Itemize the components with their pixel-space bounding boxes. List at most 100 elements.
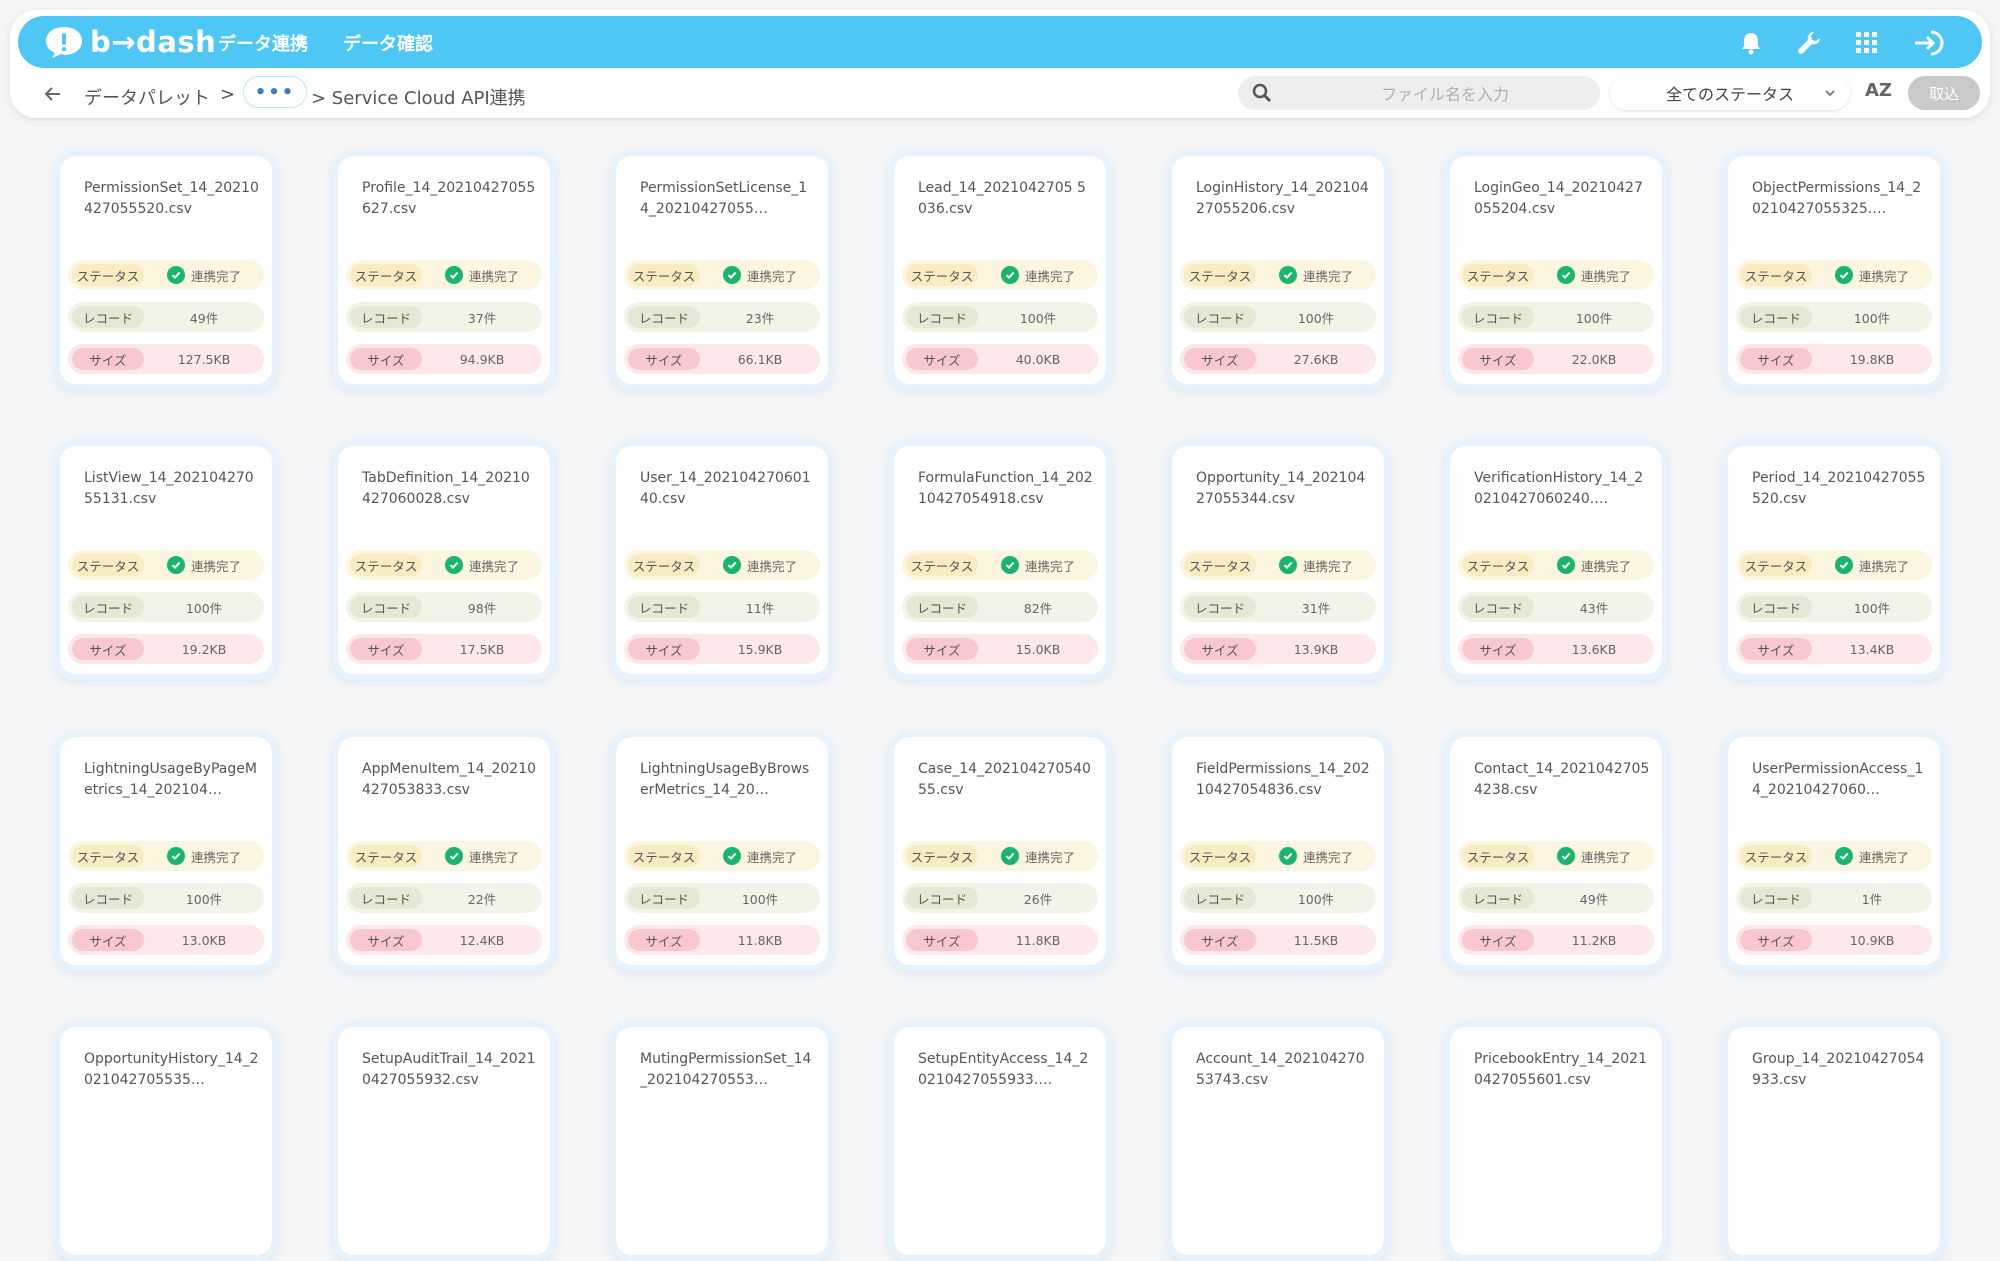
check-circle-icon — [1278, 847, 1297, 865]
file-card[interactable]: Period_14_20210427055520.csv ステータス 連携完了 レコー… — [1722, 440, 1946, 680]
size-row: サイズ 10.9KB — [1736, 925, 1932, 955]
record-row-value-wrap: 43件 — [1540, 592, 1648, 622]
status-row-value-wrap: 連携完了 — [150, 260, 258, 290]
file-card[interactable]: UserPermissionAccess_14_20210427060… ステータ… — [1722, 731, 1946, 971]
status-row-value: 連携完了 — [468, 268, 519, 284]
file-name: FormulaFunction_14_20210427054918.csv — [918, 470, 1093, 507]
size-row-value: 11.8KB — [1015, 932, 1061, 948]
file-card[interactable]: LoginGeo_14_20210427055204.csv ステータス 連携完了レ… — [1444, 150, 1668, 390]
size-row: サイズ 127.5KB — [68, 344, 264, 374]
size-row-label: サイズ — [1462, 929, 1534, 951]
file-card[interactable]: ObjectPermissions_14_20210427055325.… ステー… — [1722, 150, 1946, 390]
file-card[interactable]: Lead_14_2021042705 5036.csv ステータス 連携完了 レコード… — [888, 150, 1112, 390]
status-row: ステータス 連携完了 — [624, 841, 820, 871]
file-card[interactable]: LoginHistory_14_20210427055206.csv ステータス 連… — [1166, 150, 1390, 390]
check-circle-icon — [166, 847, 185, 865]
file-card[interactable]: ListView_14_20210427055131.csv ステータス 連携完了レ… — [54, 440, 278, 680]
status-row-label: ステータス — [1462, 264, 1534, 286]
file-name: LightningUsageByBrowserMetrics_14_20… — [640, 761, 810, 798]
file-card[interactable]: FieldPermissions_14_20210427054836.csv ステ… — [1166, 731, 1390, 971]
file-card[interactable]: LightningUsageByBrowserMetrics_14_20… ステー… — [610, 731, 834, 971]
status-row-value-wrap: 連携完了 — [984, 841, 1092, 871]
file-card[interactable]: PermissionSetLicense_14_20210427055… ステータ… — [610, 150, 834, 390]
size-row-value-wrap: 22.0KB — [1540, 344, 1648, 374]
status-row: ステータス 連携完了 — [902, 260, 1098, 290]
file-name: Contact_14_20210427054238.csv — [1474, 761, 1650, 798]
record-row: レコード 1件 — [1736, 883, 1932, 913]
status-row-value-wrap: 連携完了 — [428, 841, 536, 871]
status-row-label: ステータス — [72, 264, 144, 286]
file-card[interactable]: SetupAuditTrail_14_20210427055932.csv — [332, 1021, 556, 1261]
file-card[interactable]: Profile_14_20210427055627.csv ステータス 連携完了 レコ… — [332, 150, 556, 390]
status-row: ステータス 連携完了 — [68, 841, 264, 871]
record-row-value: 11件 — [745, 600, 775, 616]
size-row: サイズ 40.0KB — [902, 344, 1098, 374]
record-row-value-wrap: 31件 — [1262, 592, 1370, 622]
status-row: ステータス 連携完了 — [1180, 841, 1376, 871]
file-card[interactable]: Opportunity_14_20210427055344.csv ステータス 連携… — [1166, 440, 1390, 680]
file-card[interactable]: TabDefinition_14_20210427060028.csv ステータス… — [332, 440, 556, 680]
record-row: レコード 23件 — [624, 302, 820, 332]
file-card[interactable]: User_14_20210427060140.csv ステータス 連携完了 レコード 1… — [610, 440, 834, 680]
status-row-value-wrap: 連携完了 — [1540, 550, 1648, 580]
size-row: サイズ 27.6KB — [1180, 344, 1376, 374]
status-row-value-wrap: 連携完了 — [150, 841, 258, 871]
file-card[interactable]: PricebookEntry_14_20210427055601.csv — [1444, 1021, 1668, 1261]
file-card[interactable]: LightningUsageByPageMetrics_14_202104… ステ… — [54, 731, 278, 971]
record-row-label: レコード — [1462, 306, 1534, 328]
record-row-value: 49件 — [1579, 891, 1609, 907]
file-card[interactable]: SetupEntityAccess_14_20210427055933.… — [888, 1021, 1112, 1261]
file-card[interactable]: Contact_14_20210427054238.csv ステータス 連携完了 レコ… — [1444, 731, 1668, 971]
file-card[interactable]: Case_14_20210427054055.csv ステータス 連携完了 レコード 2… — [888, 731, 1112, 971]
size-row: サイズ 15.9KB — [624, 634, 820, 664]
status-row-value-wrap: 連携完了 — [150, 550, 258, 580]
size-row: サイズ 22.0KB — [1458, 344, 1654, 374]
size-row: サイズ 19.8KB — [1736, 344, 1932, 374]
record-row-value-wrap: 100件 — [1818, 302, 1926, 332]
size-row-value-wrap: 27.6KB — [1262, 344, 1370, 374]
file-name: SetupAuditTrail_14_20210427055932.csv — [362, 1051, 536, 1088]
file-card[interactable]: MutingPermissionSet_14_202104270553… — [610, 1021, 834, 1261]
record-row-value-wrap: 49件 — [150, 302, 258, 332]
size-row-value-wrap: 11.5KB — [1262, 925, 1370, 955]
record-row-value-wrap: 100件 — [150, 592, 258, 622]
file-card[interactable]: PermissionSet_14_20210427055520.csv ステータス… — [54, 150, 278, 390]
file-card[interactable]: FormulaFunction_14_20210427054918.csv ステー… — [888, 440, 1112, 680]
record-row-value-wrap: 100件 — [150, 883, 258, 913]
size-row-value-wrap: 11.2KB — [1540, 925, 1648, 955]
record-row: レコード 100件 — [1180, 302, 1376, 332]
record-row-value: 100件 — [1853, 600, 1891, 616]
status-row-label: ステータス — [1740, 264, 1812, 286]
check-circle-icon — [1834, 556, 1853, 574]
file-card[interactable]: AppMenuItem_14_20210427053833.csv ステータス 連携… — [332, 731, 556, 971]
file-card[interactable]: Group_14_20210427054933.csv — [1722, 1021, 1946, 1261]
status-row-label: ステータス — [1184, 845, 1256, 867]
size-row-value: 10.9KB — [1849, 932, 1895, 948]
status-row-label: ステータス — [628, 845, 700, 867]
file-card-grid: PermissionSet_14_20210427055520.csv ステータス… — [0, 0, 2000, 1261]
check-circle-icon — [722, 556, 741, 574]
file-name: UserPermissionAccess_14_20210427060… — [1752, 761, 1924, 798]
file-card[interactable]: VerificationHistory_14_20210427060240.… ス… — [1444, 440, 1668, 680]
size-row-label: サイズ — [1184, 638, 1256, 660]
record-row-value: 100件 — [1575, 310, 1613, 326]
status-row-value: 連携完了 — [746, 558, 797, 574]
record-row-value: 100件 — [1853, 310, 1891, 326]
status-row-value-wrap: 連携完了 — [1262, 260, 1370, 290]
file-card[interactable]: OpportunityHistory_14_2021042705535… — [54, 1021, 278, 1261]
status-row-value: 連携完了 — [190, 849, 241, 865]
status-row-value: 連携完了 — [746, 849, 797, 865]
record-row: レコード 100件 — [902, 302, 1098, 332]
size-row-value-wrap: 13.0KB — [150, 925, 258, 955]
status-row: ステータス 連携完了 — [68, 260, 264, 290]
size-row-label: サイズ — [628, 929, 700, 951]
record-row: レコード 100件 — [1458, 302, 1654, 332]
record-row: レコード 100件 — [68, 883, 264, 913]
record-row: レコード 100件 — [1736, 592, 1932, 622]
size-row-label: サイズ — [350, 929, 422, 951]
record-row-value: 100件 — [1019, 310, 1057, 326]
record-row-value-wrap: 37件 — [428, 302, 536, 332]
record-row: レコード 22件 — [346, 883, 542, 913]
record-row-label: レコード — [350, 306, 422, 328]
file-card[interactable]: Account_14_20210427053743.csv — [1166, 1021, 1390, 1261]
